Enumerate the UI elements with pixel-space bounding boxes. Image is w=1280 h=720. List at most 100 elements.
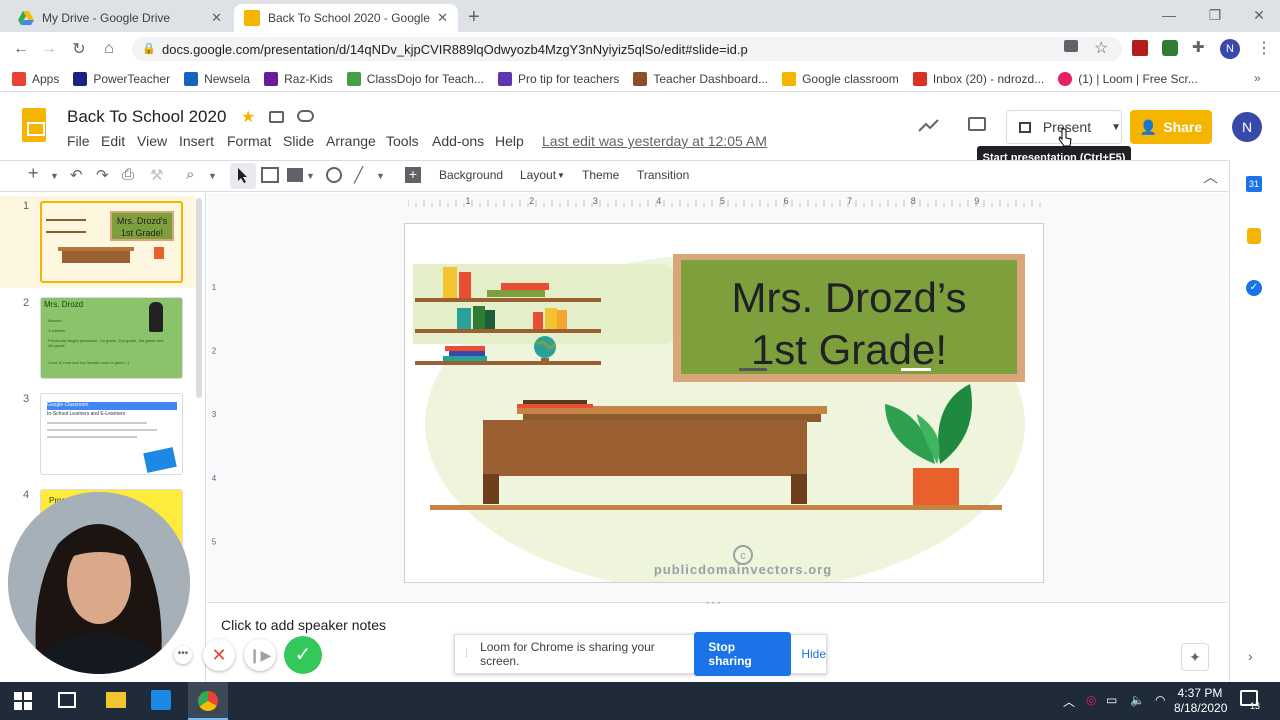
task-view-icon[interactable] [58, 692, 76, 708]
print-icon[interactable]: ⎙ [122, 166, 134, 183]
maximize-icon[interactable]: ❐ [1192, 0, 1238, 30]
loom-tray-icon[interactable]: ◎ [1086, 693, 1096, 707]
menu-view[interactable]: View [137, 133, 167, 149]
chevron-down-icon[interactable]: ▼ [50, 171, 59, 181]
more-bookmarks-icon[interactable]: » [1254, 71, 1261, 85]
resize-handle-icon[interactable]: • • • [706, 598, 720, 608]
theme-button[interactable]: Theme [582, 168, 619, 182]
tasks-icon[interactable]: ✓ [1246, 280, 1262, 296]
menu-insert[interactable]: Insert [179, 133, 214, 149]
star-icon[interactable]: ☆ [1094, 38, 1108, 58]
slide[interactable]: c Mrs. Drozd’s 1st Grade! publicdomainve… [404, 223, 1044, 583]
last-edit-link[interactable]: Last edit was yesterday at 12:05 AM [542, 133, 767, 149]
extension-icon[interactable] [1162, 40, 1178, 56]
bookmark-apps[interactable]: Apps [12, 71, 59, 86]
new-slide-icon[interactable]: + [28, 163, 39, 184]
store-icon[interactable] [151, 690, 171, 710]
slide-thumbnail-1[interactable]: Mrs. Drozd's 1st Grade! [40, 201, 183, 283]
bookmark-teacher-dashboard[interactable]: Teacher Dashboard... [633, 71, 768, 86]
zoom-icon[interactable]: ⌕ [186, 166, 194, 183]
explore-icon[interactable]: ✦ [1181, 643, 1209, 671]
file-explorer-icon[interactable] [106, 692, 126, 708]
minimize-icon[interactable]: — [1146, 0, 1192, 30]
finish-recording-button[interactable]: ✓ [284, 636, 322, 674]
new-tab-icon[interactable]: + [468, 6, 480, 29]
pause-recording-button[interactable]: ❙▶ [244, 639, 276, 671]
window-close-icon[interactable]: ✕ [1236, 0, 1280, 30]
horizontal-ruler[interactable]: 1 2 3 4 5 6 7 8 9 [408, 195, 1044, 207]
home-icon[interactable]: ⌂ [98, 38, 120, 60]
line-icon[interactable]: ╱ [354, 166, 363, 184]
menu-add-ons[interactable]: Add-ons [432, 133, 484, 149]
speaker-notes-placeholder[interactable]: Click to add speaker notes [221, 617, 386, 633]
profile-avatar[interactable]: N [1220, 39, 1240, 59]
windows-start-icon[interactable] [14, 692, 32, 710]
menu-arrange[interactable]: Arrange [326, 133, 376, 149]
document-title[interactable]: Back To School 2020 [67, 107, 226, 127]
shape-icon[interactable] [326, 167, 342, 183]
show-hidden-icons[interactable]: ︿ [1063, 693, 1075, 710]
menu-file[interactable]: File [67, 133, 90, 149]
comments-icon[interactable] [968, 117, 986, 131]
keep-icon[interactable] [1247, 228, 1261, 244]
forward-icon[interactable]: → [38, 38, 60, 60]
bookmark-pro-tip[interactable]: Pro tip for teachers [497, 71, 619, 86]
background-button[interactable]: Background [439, 168, 503, 182]
close-icon[interactable]: ✕ [437, 10, 448, 26]
star-icon[interactable]: ★ [241, 107, 255, 127]
text-box-icon[interactable] [261, 167, 279, 183]
filmstrip-scrollbar[interactable] [196, 198, 202, 398]
menu-format[interactable]: Format [227, 133, 271, 149]
close-icon[interactable]: ✕ [211, 10, 222, 26]
chevron-down-icon[interactable]: ▼ [306, 171, 315, 181]
tab-my-drive[interactable]: My Drive - Google Drive ✕ [8, 4, 232, 32]
move-folder-icon[interactable] [269, 111, 284, 123]
power-icon[interactable]: ▭ [1106, 693, 1117, 707]
menu-tools[interactable]: Tools [386, 133, 419, 149]
slide-thumbnail-2[interactable]: Mrs. Drozd Married 4 children Previously… [40, 297, 183, 379]
cloud-status-icon[interactable] [297, 110, 314, 122]
volume-icon[interactable]: 🔈 [1130, 693, 1145, 707]
collapse-toolbar-icon[interactable]: ︿ [1203, 166, 1218, 187]
add-comment-icon[interactable]: + [405, 167, 421, 183]
hide-button[interactable]: Hide [801, 647, 826, 661]
bookmark-classdojo[interactable]: ClassDojo for Teach... [346, 71, 484, 86]
back-icon[interactable]: ← [10, 38, 32, 60]
more-options-icon[interactable]: ••• [174, 646, 192, 664]
calendar-icon[interactable]: 31 [1246, 176, 1262, 192]
transition-button[interactable]: Transition [637, 168, 689, 182]
undo-icon[interactable]: ↶ [70, 166, 83, 184]
address-bar[interactable]: 🔒 docs.google.com/presentation/d/14qNDv_… [132, 37, 1122, 61]
chevron-right-icon[interactable]: › [1248, 648, 1253, 664]
drag-handle-icon[interactable]: ⁞ [465, 648, 468, 660]
bookmark-newsela[interactable]: Newsela [184, 71, 250, 86]
wifi-icon[interactable]: ◠ [1155, 693, 1165, 707]
bookmark-inbox[interactable]: Inbox (20) - ndrozd... [912, 71, 1044, 86]
webcam-bubble[interactable] [8, 492, 190, 674]
vertical-ruler[interactable]: 1 2 3 4 5 [208, 224, 220, 584]
bookmark-loom[interactable]: (1) | Loom | Free Scr... [1058, 71, 1198, 86]
slides-logo-icon[interactable] [22, 108, 46, 142]
reload-icon[interactable]: ↻ [68, 38, 90, 60]
stop-sharing-button[interactable]: Stop sharing [694, 632, 792, 676]
puzzle-icon[interactable]: ✚ [1192, 38, 1205, 56]
slide-thumbnail-3[interactable]: Google Classroom In-School Learners and … [40, 393, 183, 475]
bookmark-raz-kids[interactable]: Raz-Kids [264, 71, 333, 86]
chevron-down-icon[interactable]: ▼ [557, 171, 565, 180]
menu-help[interactable]: Help [495, 133, 524, 149]
clock[interactable]: 4:37 PM 8/18/2020 [1174, 686, 1227, 716]
image-icon[interactable] [287, 168, 303, 182]
tab-back-to-school[interactable]: Back To School 2020 - Google ✕ [234, 4, 458, 32]
paint-format-icon[interactable]: ⚒ [150, 166, 163, 184]
kebab-menu-icon[interactable]: ⋮ [1256, 38, 1272, 58]
redo-icon[interactable]: ↷ [96, 166, 109, 184]
bookmark-powerteacher[interactable]: PowerTeacher [73, 71, 170, 86]
cancel-recording-button[interactable]: ✕ [203, 639, 235, 671]
activity-trend-icon[interactable] [918, 117, 940, 133]
camera-icon[interactable] [1064, 40, 1078, 52]
chevron-down-icon[interactable]: ▼ [1111, 122, 1121, 133]
layout-button[interactable]: Layout [520, 168, 556, 182]
avatar[interactable]: N [1232, 112, 1262, 142]
chevron-down-icon[interactable]: ▼ [208, 171, 217, 181]
menu-edit[interactable]: Edit [101, 133, 125, 149]
